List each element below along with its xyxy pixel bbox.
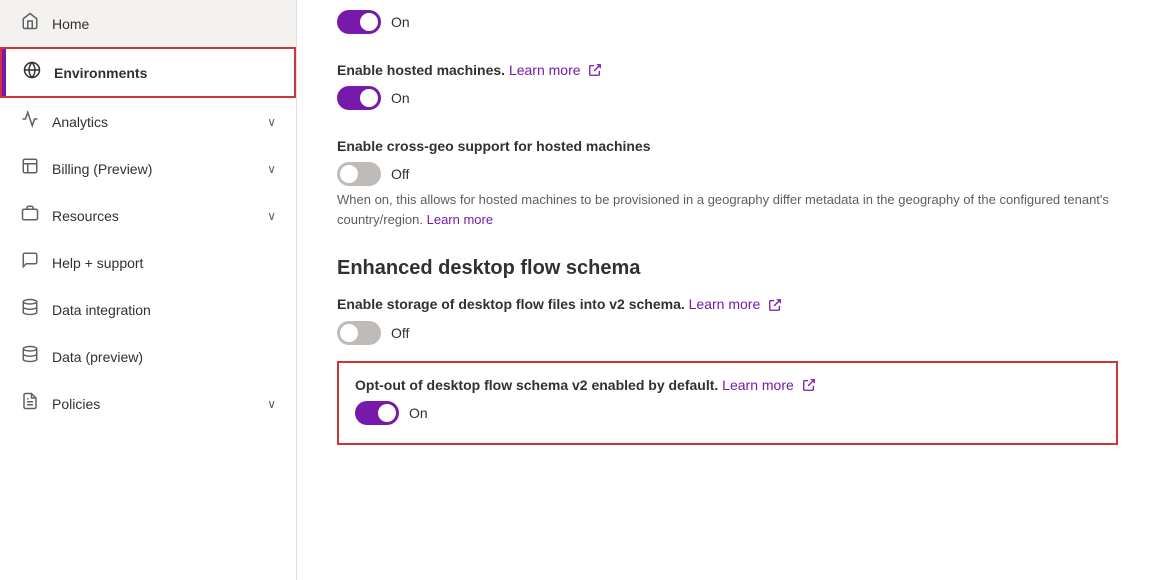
toggle-thumb bbox=[340, 324, 358, 342]
sidebar-item-label: Data integration bbox=[52, 302, 151, 318]
sidebar-item-billing[interactable]: Billing (Preview) ∨ bbox=[0, 145, 296, 192]
policies-icon bbox=[20, 392, 40, 415]
storage-desktop-row: Enable storage of desktop flow files int… bbox=[337, 296, 1118, 344]
sidebar-item-label: Environments bbox=[54, 65, 147, 81]
cross-geo-toggle-row: Off bbox=[337, 162, 1118, 186]
sidebar-item-home[interactable]: Home bbox=[0, 0, 296, 47]
toggle-thumb bbox=[360, 89, 378, 107]
sidebar-item-label: Home bbox=[52, 16, 89, 32]
storage-desktop-learn-more-link[interactable]: Learn more bbox=[689, 296, 761, 312]
hosted-machines-toggle-label: On bbox=[391, 90, 410, 106]
toggle-thumb bbox=[378, 404, 396, 422]
opt-out-label: Opt-out of desktop flow schema v2 enable… bbox=[355, 377, 1100, 393]
sidebar-item-data-integration[interactable]: Data integration bbox=[0, 286, 296, 333]
sidebar-item-environments[interactable]: Environments bbox=[0, 47, 296, 98]
data-preview-icon bbox=[20, 345, 40, 368]
cross-geo-learn-more-link[interactable]: Learn more bbox=[427, 212, 493, 227]
storage-desktop-toggle[interactable] bbox=[337, 321, 381, 345]
data-integration-icon bbox=[20, 298, 40, 321]
opt-out-toggle[interactable] bbox=[355, 401, 399, 425]
hosted-machines-label: Enable hosted machines. Learn more bbox=[337, 62, 1118, 78]
sidebar-item-label: Analytics bbox=[52, 114, 108, 130]
opt-out-learn-more-link[interactable]: Learn more bbox=[722, 377, 794, 393]
sidebar-item-data-preview[interactable]: Data (preview) bbox=[0, 333, 296, 380]
opt-out-highlighted-box: Opt-out of desktop flow schema v2 enable… bbox=[337, 361, 1118, 445]
help-icon bbox=[20, 251, 40, 274]
analytics-icon bbox=[20, 110, 40, 133]
globe-icon bbox=[22, 61, 42, 84]
hosted-machines-section: Enable hosted machines. Learn more On bbox=[337, 62, 1118, 110]
resources-icon bbox=[20, 204, 40, 227]
cross-geo-toggle[interactable] bbox=[337, 162, 381, 186]
storage-desktop-toggle-label: Off bbox=[391, 325, 409, 341]
top-toggle[interactable] bbox=[337, 10, 381, 34]
top-toggle-section: On bbox=[337, 0, 1118, 34]
cross-geo-label: Enable cross-geo support for hosted mach… bbox=[337, 138, 1118, 154]
cross-geo-description: When on, this allows for hosted machines… bbox=[337, 190, 1118, 229]
main-content: On Enable hosted machines. Learn more On… bbox=[297, 0, 1158, 580]
top-toggle-row: On bbox=[337, 10, 1118, 34]
top-toggle-label: On bbox=[391, 14, 410, 30]
home-icon bbox=[20, 12, 40, 35]
chevron-down-icon: ∨ bbox=[267, 397, 276, 411]
billing-icon bbox=[20, 157, 40, 180]
sidebar-item-resources[interactable]: Resources ∨ bbox=[0, 192, 296, 239]
storage-desktop-toggle-row: Off bbox=[337, 321, 1118, 345]
chevron-down-icon: ∨ bbox=[267, 209, 276, 223]
active-accent bbox=[2, 49, 6, 96]
hosted-machines-toggle-row: On bbox=[337, 86, 1118, 110]
enhanced-desktop-title: Enhanced desktop flow schema bbox=[337, 257, 1118, 280]
toggle-thumb bbox=[340, 165, 358, 183]
sidebar-item-analytics[interactable]: Analytics ∨ bbox=[0, 98, 296, 145]
sidebar-item-label: Data (preview) bbox=[52, 349, 143, 365]
external-link-icon bbox=[588, 63, 602, 77]
toggle-thumb bbox=[360, 13, 378, 31]
opt-out-toggle-label: On bbox=[409, 405, 428, 421]
chevron-down-icon: ∨ bbox=[267, 115, 276, 129]
hosted-machines-learn-more-link[interactable]: Learn more bbox=[509, 62, 581, 78]
external-link-icon bbox=[802, 378, 816, 392]
cross-geo-section: Enable cross-geo support for hosted mach… bbox=[337, 138, 1118, 229]
sidebar-item-policies[interactable]: Policies ∨ bbox=[0, 380, 296, 427]
sidebar: Home Environments Analytics ∨ Billing (P… bbox=[0, 0, 297, 580]
storage-desktop-label: Enable storage of desktop flow files int… bbox=[337, 296, 1118, 312]
hosted-machines-toggle[interactable] bbox=[337, 86, 381, 110]
sidebar-item-label: Resources bbox=[52, 208, 119, 224]
chevron-down-icon: ∨ bbox=[267, 162, 276, 176]
opt-out-toggle-row: On bbox=[355, 401, 1100, 425]
sidebar-item-label: Help + support bbox=[52, 255, 143, 271]
sidebar-item-help[interactable]: Help + support bbox=[0, 239, 296, 286]
external-link-icon bbox=[768, 298, 782, 312]
sidebar-item-label: Billing (Preview) bbox=[52, 161, 152, 177]
cross-geo-toggle-label: Off bbox=[391, 166, 409, 182]
enhanced-desktop-section: Enhanced desktop flow schema Enable stor… bbox=[337, 257, 1118, 445]
sidebar-item-label: Policies bbox=[52, 396, 100, 412]
